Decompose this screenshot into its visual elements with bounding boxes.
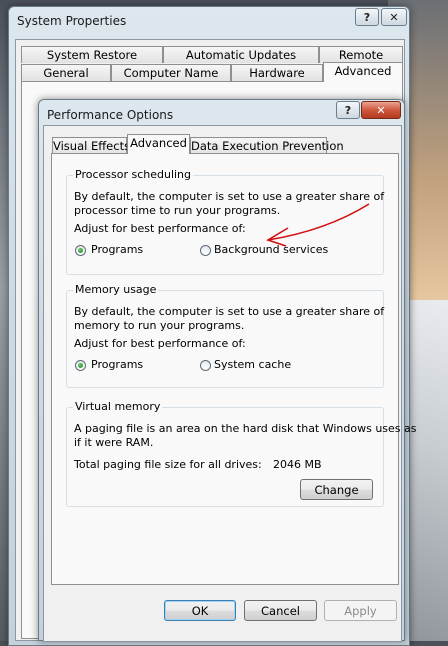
arrow-annotation (266, 203, 370, 247)
arrow-annotation-line (267, 203, 370, 241)
